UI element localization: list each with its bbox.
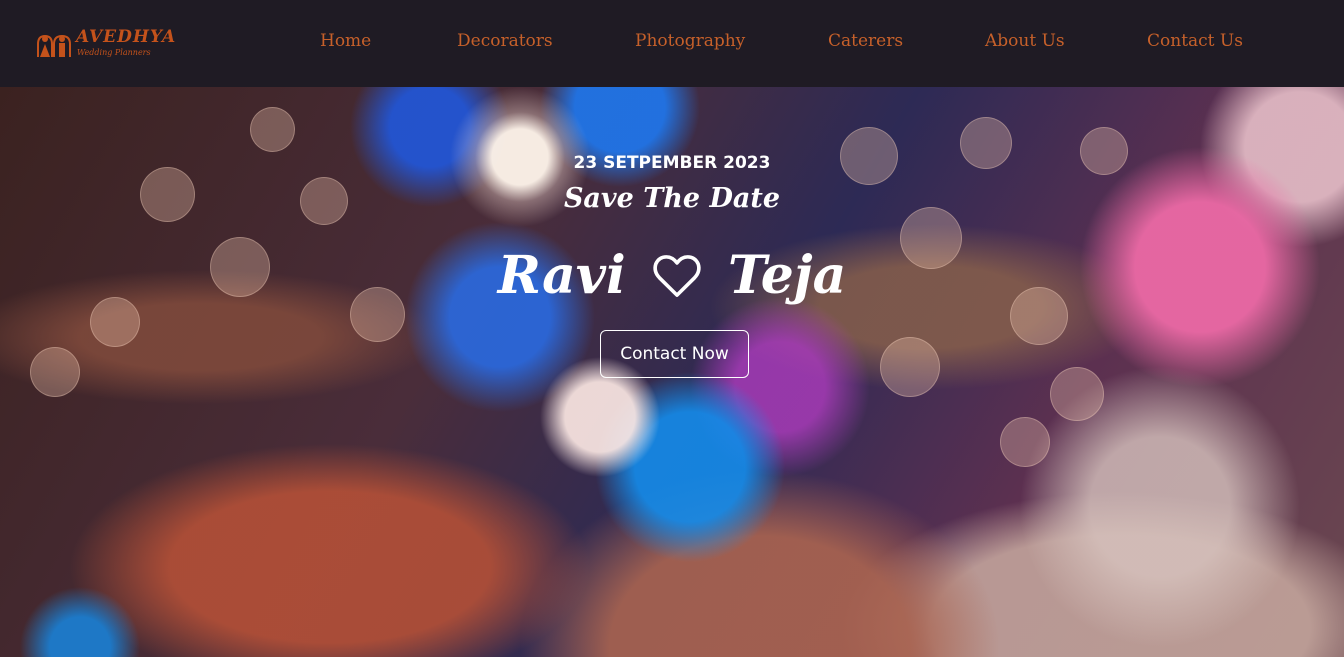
nav-decorators[interactable]: Decorators	[457, 31, 553, 55]
groom-name: Ravi	[497, 245, 626, 306]
heart-outline-icon	[653, 254, 701, 297]
brand-tagline: Wedding Planners	[77, 48, 151, 57]
couple-icon	[37, 34, 71, 57]
nav-caterers[interactable]: Caterers	[828, 31, 903, 55]
hero-section: 23 SETPEMBER 2023 Save The Date Ravi Tej…	[0, 87, 1344, 657]
bride-name: Teja	[727, 245, 847, 306]
brand-name: AVEDHYA	[76, 27, 177, 47]
brand-logo[interactable]: AVEDHYA Wedding Planners	[34, 27, 224, 62]
couple-names: Ravi Teja	[0, 239, 1344, 313]
nav-contact-us[interactable]: Contact Us	[1147, 31, 1243, 55]
nav-photography[interactable]: Photography	[635, 31, 745, 55]
save-the-date-heading: Save The Date	[563, 183, 781, 214]
event-date: 23 SETPEMBER 2023	[573, 153, 771, 173]
nav-about-us[interactable]: About Us	[985, 31, 1065, 55]
navbar: AVEDHYA Wedding Planners Home Decorators…	[0, 0, 1344, 87]
contact-now-button[interactable]: Contact Now	[600, 330, 749, 378]
nav-home[interactable]: Home	[320, 31, 371, 55]
